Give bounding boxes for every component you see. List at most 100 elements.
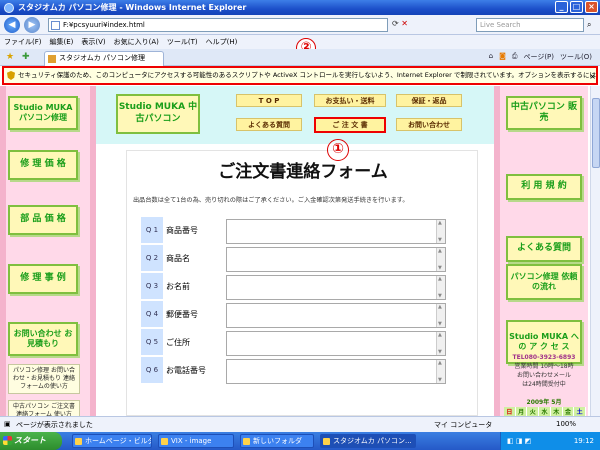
calendar-day: 日 (504, 407, 516, 416)
right-nav-faq[interactable]: よくある質問 (506, 236, 582, 262)
left-nav-repair-cases[interactable]: 修 理 事 例 (8, 264, 78, 294)
zoom-level[interactable]: 100% (556, 420, 576, 428)
feeds-icon[interactable]: ◙ (499, 52, 506, 62)
question-label: 郵便番号 (166, 310, 198, 319)
product-number-field[interactable] (226, 219, 446, 244)
left-nav-inquiry[interactable]: お問い合わせ お見積もり (8, 322, 78, 356)
form-note: 出品台数は全て1台の為、売り切れの際はご了承ください。ご入金確認次第発送手続きを… (133, 197, 409, 204)
print-icon[interactable]: ⎙ (512, 52, 518, 62)
top-nav-faq[interactable]: よくある質問 (236, 118, 302, 131)
status-zone: マイ コンピュータ (434, 421, 493, 429)
calendar-day: 火 (527, 407, 540, 416)
contact-hours: 営業時間 10時〜18時 (514, 363, 574, 370)
taskbar-button-vix[interactable]: VIX - image (158, 434, 234, 448)
close-button[interactable]: × (585, 1, 598, 13)
forward-button[interactable]: ▶ (24, 17, 40, 33)
product-name-field[interactable] (226, 247, 446, 272)
field-scrollbar[interactable] (436, 248, 445, 271)
browser-tab[interactable]: スタジオムカ パソコン修理 (44, 51, 164, 66)
minimize-button[interactable]: _ (555, 1, 568, 13)
contact-mail[interactable]: お問い合わせメール (504, 370, 584, 379)
name-field[interactable] (226, 275, 446, 300)
back-button[interactable]: ◀ (4, 17, 20, 33)
address-tools: ⟳ ✕ (392, 19, 408, 28)
question-number: Q 5 (141, 329, 163, 356)
right-nav-repair-flow[interactable]: パソコン修理 依頼の流れ (506, 264, 582, 300)
window-titlebar: スタジオムカ パソコン修理 - Windows Internet Explore… (0, 0, 600, 15)
top-nav-order-form[interactable]: ご 注 文 書 (314, 117, 386, 133)
left-nav-repair-price[interactable]: 修 理 価 格 (8, 150, 78, 180)
question-number: Q 2 (141, 245, 163, 272)
form-row: Q 5 ご住所 (141, 329, 466, 356)
phone-field[interactable] (226, 359, 446, 384)
menu-favorites[interactable]: お気に入り(A) (114, 37, 159, 47)
site-logo[interactable]: Studio MUKA 中古パソコン (116, 94, 200, 134)
status-bar: ▣ ページが表示されました マイ コンピュータ 100% (0, 416, 600, 432)
menu-tools[interactable]: ツール(T) (167, 37, 198, 47)
search-icon[interactable]: ⌕ (587, 20, 591, 30)
taskbar-button-new-folder[interactable]: 新しいフォルダ (240, 434, 314, 448)
field-scrollbar[interactable] (436, 276, 445, 299)
maximize-button[interactable]: □ (570, 1, 583, 13)
page-menu[interactable]: ページ(P) (523, 52, 554, 62)
top-nav-payment[interactable]: お支払い・送料 (314, 94, 386, 107)
field-scrollbar[interactable] (436, 220, 445, 243)
top-nav-contact[interactable]: お問い合わせ (396, 118, 462, 131)
question-number: Q 1 (141, 217, 163, 244)
tools-menu[interactable]: ツール(O) (560, 52, 592, 62)
field-scrollbar[interactable] (436, 304, 445, 327)
stop-icon[interactable]: ✕ (401, 19, 408, 28)
add-favorite-icon[interactable]: ✚ (22, 52, 30, 62)
question-label: 商品名 (166, 254, 190, 263)
field-scrollbar[interactable] (436, 332, 445, 355)
top-nav-warranty[interactable]: 保証・返品 (396, 94, 462, 107)
menu-file[interactable]: ファイル(F) (4, 37, 42, 47)
left-nav-label: お問い合わせ お見積もり (13, 329, 73, 348)
question-label: 商品番号 (166, 226, 198, 235)
favorites-star-icon[interactable]: ★ (6, 52, 14, 62)
tab-page-icon (48, 55, 56, 63)
address-field[interactable]: F:¥pcsyuuri¥index.html (48, 18, 388, 32)
taskbar-button-ie[interactable]: スタジオムカ パソコン... (320, 434, 416, 448)
tab-row: ★ ✚ スタジオムカ パソコン修理 ⌂ ◙ ⎙ ページ(P) ツール(O) (0, 49, 600, 66)
calendar-day: 土 (574, 407, 587, 416)
taskbar-button-homepage-builder[interactable]: ホームページ・ビルダ... (72, 434, 152, 448)
start-button[interactable]: スタート (0, 432, 62, 450)
search-input[interactable]: Live Search (476, 18, 584, 32)
calendar-day: 月 (516, 407, 528, 416)
right-nav-label: Studio MUKA への ア ク セ ス (509, 332, 579, 351)
window-controls: _ □ × (555, 1, 598, 13)
menu-help[interactable]: ヘルプ(H) (206, 37, 238, 47)
page-viewport: Studio MUKA パソコン修理 修 理 価 格 部 品 価 格 修 理 事… (0, 86, 596, 416)
security-bar-close-icon[interactable]: × (589, 72, 596, 81)
question-number: Q 6 (141, 357, 163, 384)
contact-mail-note: は24時間受付中 (522, 381, 566, 388)
left-nav-parts-price[interactable]: 部 品 価 格 (8, 205, 78, 235)
scrollbar-thumb[interactable] (592, 98, 600, 168)
refresh-icon[interactable]: ⟳ (392, 19, 399, 28)
status-page-icon: ▣ (4, 420, 11, 428)
home-icon[interactable]: ⌂ (489, 52, 493, 62)
tray-icons[interactable]: ◧ ◨ ◩ (507, 437, 531, 445)
form-row: Q 4 郵便番号 (141, 301, 466, 328)
top-nav-top[interactable]: T O P (236, 94, 302, 107)
left-nav-studio-muka[interactable]: Studio MUKA パソコン修理 (8, 96, 78, 130)
question-number: Q 4 (141, 301, 163, 328)
menu-edit[interactable]: 編集(E) (50, 37, 74, 47)
page-scrollbar[interactable] (590, 86, 600, 416)
address-bar-row: ◀ ▶ F:¥pcsyuuri¥index.html ⟳ ✕ Live Sear… (0, 15, 600, 35)
right-nav-used-pc-sales[interactable]: 中古パソコン 販 売 (506, 96, 582, 130)
top-nav-label: T O P (258, 96, 280, 105)
right-nav-label: パソコン修理 依頼の流れ (510, 272, 578, 291)
left-info-repair-form[interactable]: パソコン修理 お問い合わせ・お見積もり 連絡フォームの使い方 (8, 364, 80, 394)
left-info-order-form[interactable]: 中古パソコン ご注文書 連絡フォーム 使い方 (8, 400, 80, 416)
field-scrollbar[interactable] (436, 360, 445, 383)
right-nav-terms[interactable]: 利 用 規 約 (506, 174, 582, 200)
annotation-marker-1: ① (327, 139, 349, 161)
address-field-form[interactable] (226, 331, 446, 356)
shield-icon (7, 71, 15, 80)
security-information-bar[interactable]: セキュリティ保護のため、このコンピュータにアクセスする可能性のあるスクリプトや … (2, 66, 598, 85)
menu-view[interactable]: 表示(V) (81, 37, 105, 47)
postal-code-field[interactable] (226, 303, 446, 328)
question-label: ご住所 (166, 338, 190, 347)
